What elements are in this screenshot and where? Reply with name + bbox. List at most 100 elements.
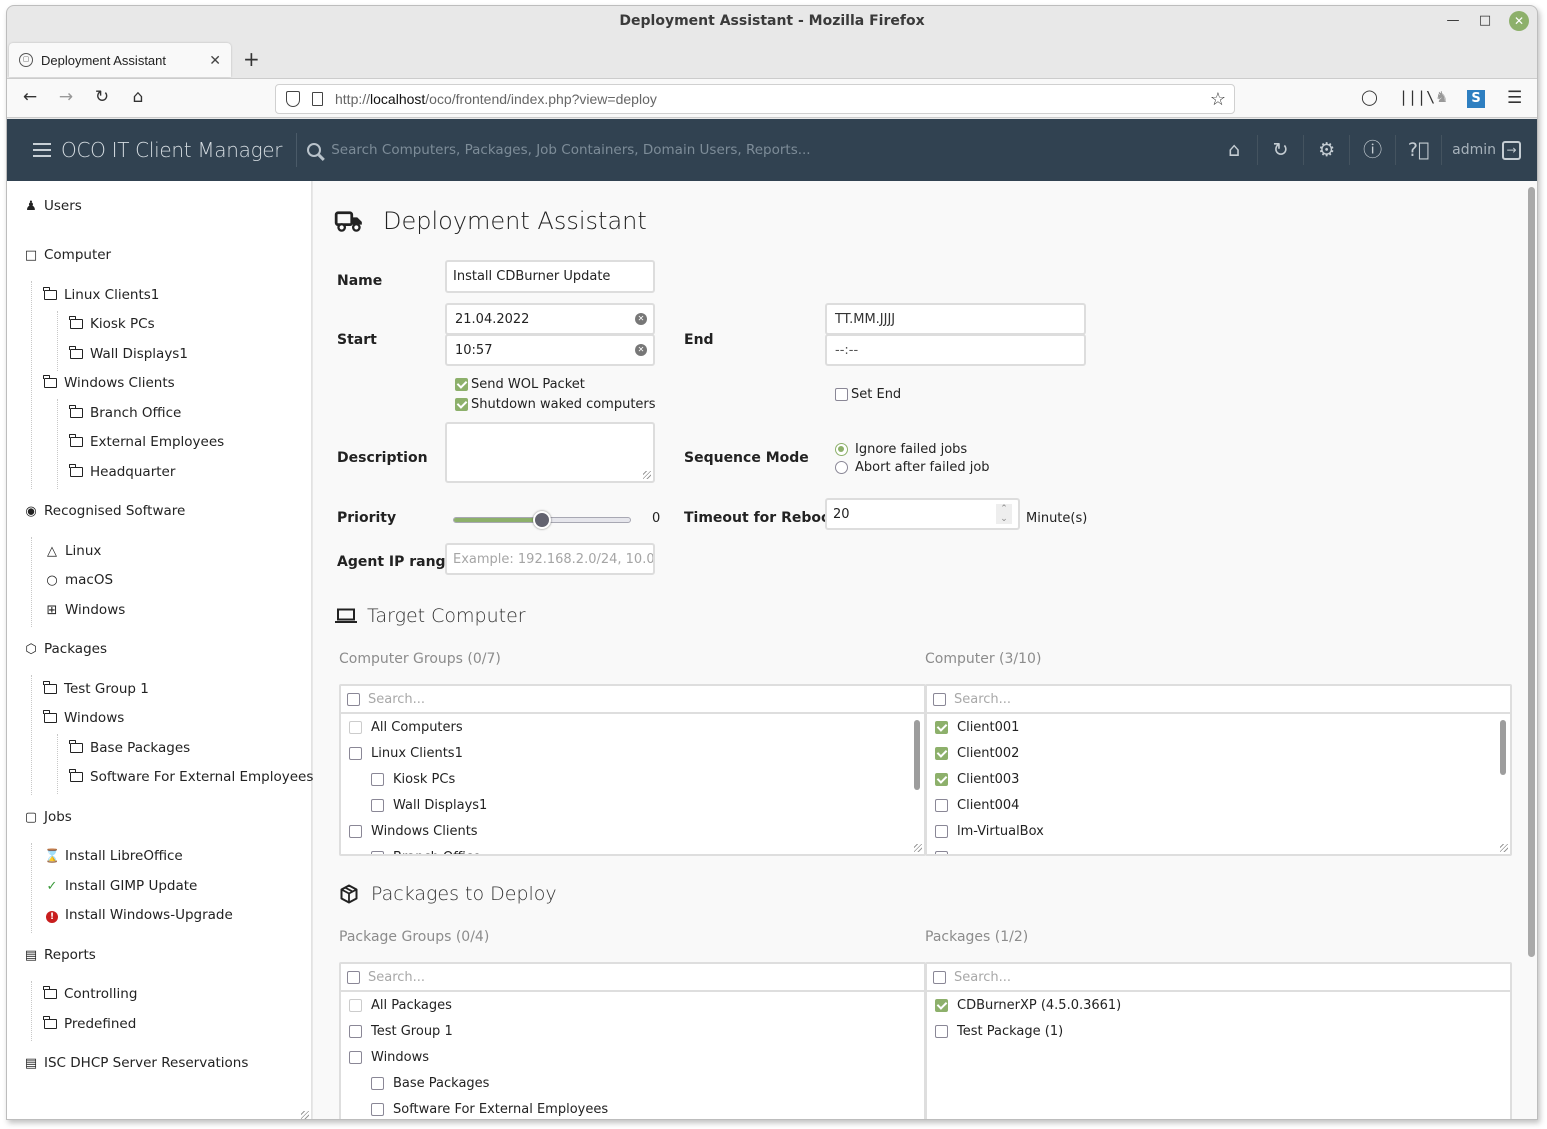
sidebar-item-package-group[interactable]: Base Packages <box>69 740 190 756</box>
global-search-input[interactable] <box>331 142 932 158</box>
resize-handle[interactable] <box>301 1111 309 1119</box>
computer-group-item[interactable]: Linux Clients1 <box>341 740 924 766</box>
checkbox[interactable] <box>935 720 948 734</box>
info-icon[interactable]: ⓘ <box>1349 135 1395 165</box>
sidebar-item-job[interactable]: ✓ Install GIMP Update <box>44 878 198 894</box>
clear-icon[interactable]: ✕ <box>635 313 647 325</box>
shutdown-checkbox[interactable]: Shutdown waked computers <box>455 397 656 412</box>
package-group-item[interactable]: All Packages <box>341 992 924 1018</box>
back-icon[interactable]: ← <box>19 87 41 107</box>
sidebar-item-reports[interactable]: ▤ Reports <box>23 947 96 963</box>
sidebar-item-job[interactable]: ! Install Windows-Upgrade <box>44 907 233 923</box>
package-groups-search[interactable] <box>368 969 888 985</box>
sidebar-item-computer-group[interactable]: Linux Clients1 <box>43 287 159 303</box>
sequence-option-ignore[interactable]: Ignore failed jobs <box>835 442 967 457</box>
package-item[interactable]: CDBurnerXP (4.5.0.3661) <box>927 992 1510 1018</box>
spinner-icon[interactable]: ⌃ ⌄ <box>996 504 1012 524</box>
checkbox[interactable] <box>371 1102 384 1116</box>
package-group-item[interactable]: Base Packages <box>341 1070 924 1096</box>
computer-group-item[interactable]: Branch Office <box>341 844 924 854</box>
sidebar-item-packages[interactable]: ⬡ Packages <box>23 641 107 657</box>
page-info-icon[interactable] <box>312 92 323 106</box>
sidebar-item-package-group[interactable]: Test Group 1 <box>43 681 149 697</box>
computer-group-item[interactable]: All Computers <box>341 714 924 740</box>
radio-button[interactable] <box>835 443 848 456</box>
checkbox[interactable] <box>935 746 948 760</box>
sidebar-item-computer-group[interactable]: Kiosk PCs <box>69 316 155 332</box>
forward-icon[interactable]: → <box>55 87 77 107</box>
checkbox[interactable] <box>371 1076 384 1090</box>
computer-item[interactable] <box>927 844 1510 854</box>
computer-group-item[interactable]: Windows Clients <box>341 818 924 844</box>
package-item[interactable]: Test Package (1) <box>927 1018 1510 1044</box>
computer-item[interactable]: Client002 <box>927 740 1510 766</box>
checkbox[interactable] <box>349 998 362 1012</box>
library-icon[interactable]: |||\ <box>1399 88 1435 106</box>
checkbox[interactable] <box>349 720 362 734</box>
tracking-shield-icon[interactable] <box>286 91 300 107</box>
sidebar-item-software-macos[interactable]: ○ macOS <box>44 572 113 588</box>
package-group-item[interactable]: Software For External Employees <box>341 1096 924 1119</box>
sidebar-item-computer-group[interactable]: Wall Displays1 <box>69 346 188 362</box>
select-all-checkbox[interactable] <box>933 692 946 706</box>
url-text[interactable]: http://localhost/oco/frontend/index.php?… <box>335 91 657 107</box>
close-window-icon[interactable]: ✕ <box>1509 11 1529 31</box>
bookmark-star-icon[interactable]: ☆ <box>1210 89 1226 110</box>
sidebar-item-job[interactable]: ⌛ Install LibreOffice <box>44 848 183 864</box>
sidebar-item-recognised-software[interactable]: ◉ Recognised Software <box>23 503 185 519</box>
checkbox[interactable] <box>455 378 468 391</box>
priority-slider[interactable] <box>453 511 631 529</box>
computer-item[interactable]: Client001 <box>927 714 1510 740</box>
refresh-icon[interactable]: ↻ <box>1257 135 1303 165</box>
page-scrollbar[interactable] <box>1528 187 1535 957</box>
radio-button[interactable] <box>835 461 848 474</box>
computer-item[interactable]: Client003 <box>927 766 1510 792</box>
checkbox[interactable] <box>935 850 948 854</box>
checkbox[interactable] <box>371 772 384 786</box>
sidebar-item-software-linux[interactable]: △ Linux <box>44 543 101 559</box>
checkbox[interactable] <box>455 398 468 411</box>
menu-icon[interactable]: ☰ <box>1507 88 1522 108</box>
sidebar-item-report-group[interactable]: Controlling <box>43 986 137 1002</box>
checkbox[interactable] <box>835 388 848 401</box>
reload-icon[interactable]: ↻ <box>91 87 113 107</box>
computer-groups-search[interactable] <box>368 691 888 707</box>
agent-ip-input[interactable]: Example: 192.168.2.0/24, 10.0.0.0/8 <box>445 543 655 575</box>
clear-icon[interactable]: ✕ <box>635 344 647 356</box>
hamburger-menu-icon[interactable] <box>33 143 51 157</box>
user-logout[interactable]: admin → <box>1441 135 1521 165</box>
sidebar-item-report-group[interactable]: Predefined <box>43 1016 136 1032</box>
sidebar-item-computer-group[interactable]: Headquarter <box>69 464 175 480</box>
sidebar-item-dhcp[interactable]: ▤ ISC DHCP Server Reservations <box>23 1055 249 1071</box>
end-time-input[interactable]: --:-- <box>825 334 1086 366</box>
computer-group-item[interactable]: Wall Displays1 <box>341 792 924 818</box>
new-tab-button[interactable]: + <box>243 47 260 71</box>
help-icon[interactable]: ?⃝ <box>1395 135 1441 165</box>
app-brand[interactable]: OCO IT Client Manager <box>61 138 283 162</box>
sidebar-item-computer-group[interactable]: Branch Office <box>69 405 181 421</box>
checkbox[interactable] <box>349 746 362 760</box>
packages-search[interactable] <box>954 969 1474 985</box>
close-tab-icon[interactable]: ✕ <box>209 52 221 69</box>
select-all-checkbox[interactable] <box>933 970 946 984</box>
maximize-icon[interactable]: □ <box>1477 6 1493 36</box>
select-all-checkbox[interactable] <box>347 970 360 984</box>
description-textarea[interactable] <box>445 422 655 483</box>
sidebar-item-package-group[interactable]: Software For External Employees <box>69 769 313 785</box>
checkbox[interactable] <box>935 798 948 812</box>
settings-icon[interactable]: ⚙ <box>1303 135 1349 165</box>
computers-search[interactable] <box>954 691 1474 707</box>
checkbox[interactable] <box>371 850 384 854</box>
checkbox[interactable] <box>371 798 384 812</box>
home-icon[interactable]: ⌂ <box>127 87 149 107</box>
computer-item[interactable]: Client004 <box>927 792 1510 818</box>
computer-item[interactable]: lm-VirtualBox <box>927 818 1510 844</box>
pocket-icon[interactable]: ◯ <box>1361 88 1378 106</box>
wol-checkbox[interactable]: Send WOL Packet <box>455 377 585 392</box>
sidebar-item-software-windows[interactable]: ⊞ Windows <box>44 602 126 618</box>
resize-handle[interactable] <box>1500 844 1508 852</box>
s-extension-icon[interactable]: S <box>1467 90 1485 108</box>
checkbox[interactable] <box>349 824 362 838</box>
sidebar-item-computer[interactable]: □ Computer <box>23 247 111 263</box>
set-end-checkbox[interactable]: Set End <box>835 387 901 402</box>
